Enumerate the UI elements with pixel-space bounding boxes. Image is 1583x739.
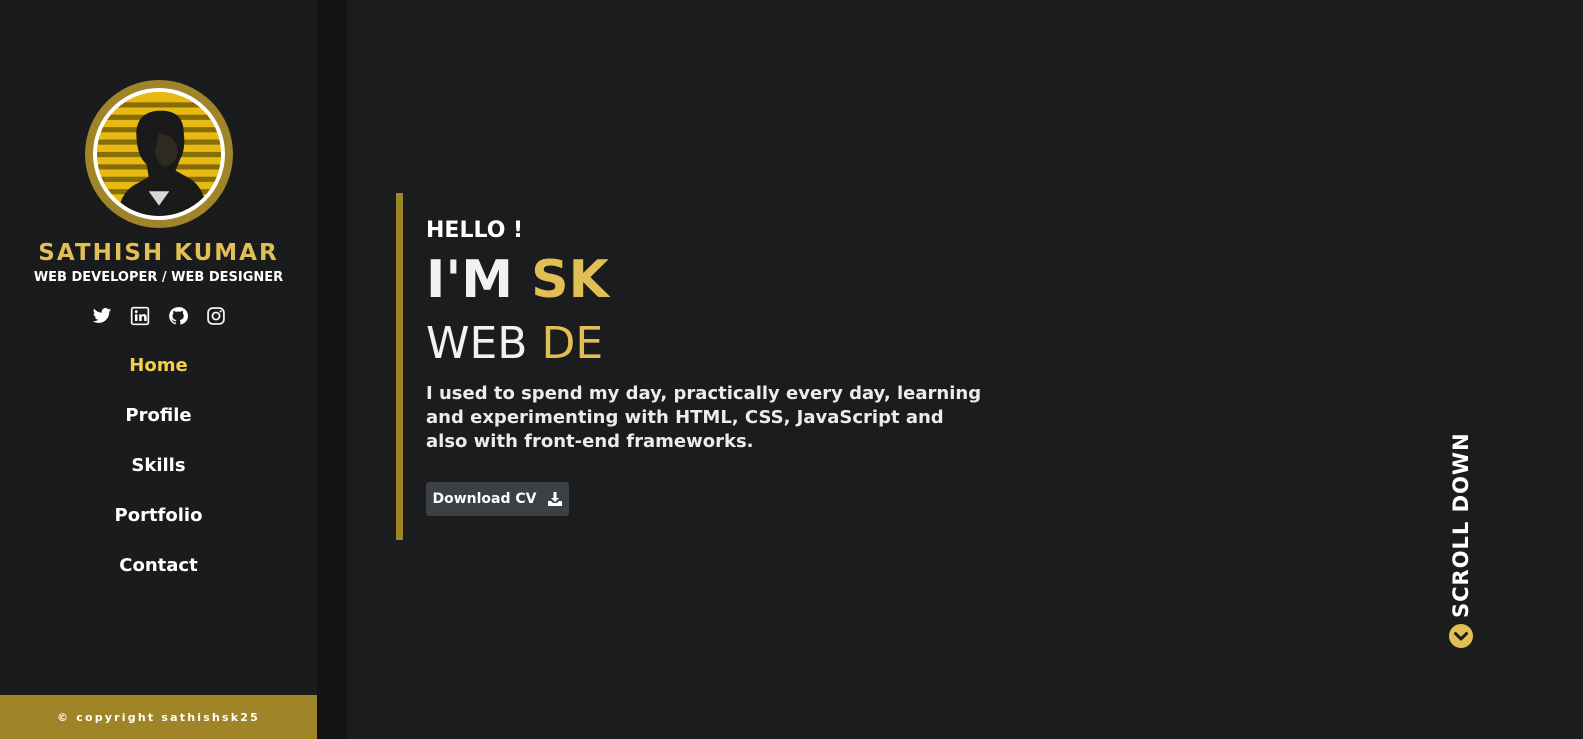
instagram-icon[interactable]: [206, 306, 226, 326]
hero-intro: I'M SK: [426, 250, 609, 310]
scroll-down-indicator[interactable]: SCROLL DOWN: [1447, 432, 1475, 650]
nav-item-home[interactable]: Home: [0, 352, 317, 402]
profile-photo-image: [97, 92, 221, 216]
nav-item-portfolio[interactable]: Portfolio: [0, 502, 317, 552]
hero-accent-bar: [396, 193, 403, 540]
github-icon[interactable]: [168, 306, 188, 326]
copyright-footer: © copyright sathishsk25: [0, 695, 317, 739]
hero-intro-prefix: I'M: [426, 250, 532, 310]
linkedin-icon[interactable]: [130, 306, 150, 326]
scroll-down-label: SCROLL DOWN: [1449, 432, 1473, 618]
sidebar-divider: [317, 0, 347, 739]
social-links: [0, 306, 317, 326]
chevron-down-circle-icon[interactable]: [1449, 624, 1473, 648]
twitter-icon[interactable]: [92, 306, 112, 326]
profile-name: SATHISH KUMAR: [38, 240, 279, 266]
nav-item-profile[interactable]: Profile: [0, 402, 317, 452]
avatar: [85, 80, 233, 228]
profile-role: WEB DEVELOPER / WEB DESIGNER: [33, 270, 284, 285]
hero-description: I used to spend my day, practically ever…: [426, 383, 982, 452]
hero-typed-prefix: WEB: [426, 318, 542, 369]
download-cv-label: Download CV: [432, 491, 537, 507]
nav-item-contact[interactable]: Contact: [0, 552, 317, 602]
download-icon: [547, 492, 562, 506]
sidebar: SATHISH KUMAR WEB DEVELOPER / WEB DESIGN…: [0, 0, 317, 739]
hero-intro-highlight: SK: [531, 250, 609, 310]
hero-typed-text: WEB DE: [426, 318, 603, 369]
main-nav: Home Profile Skills Portfolio Contact: [0, 352, 317, 602]
profile-photo: [97, 92, 221, 216]
hero-greeting: HELLO !: [426, 218, 524, 243]
nav-item-skills[interactable]: Skills: [0, 452, 317, 502]
download-cv-button[interactable]: Download CV: [426, 482, 569, 516]
hero-typed-highlight: DE: [541, 318, 604, 369]
